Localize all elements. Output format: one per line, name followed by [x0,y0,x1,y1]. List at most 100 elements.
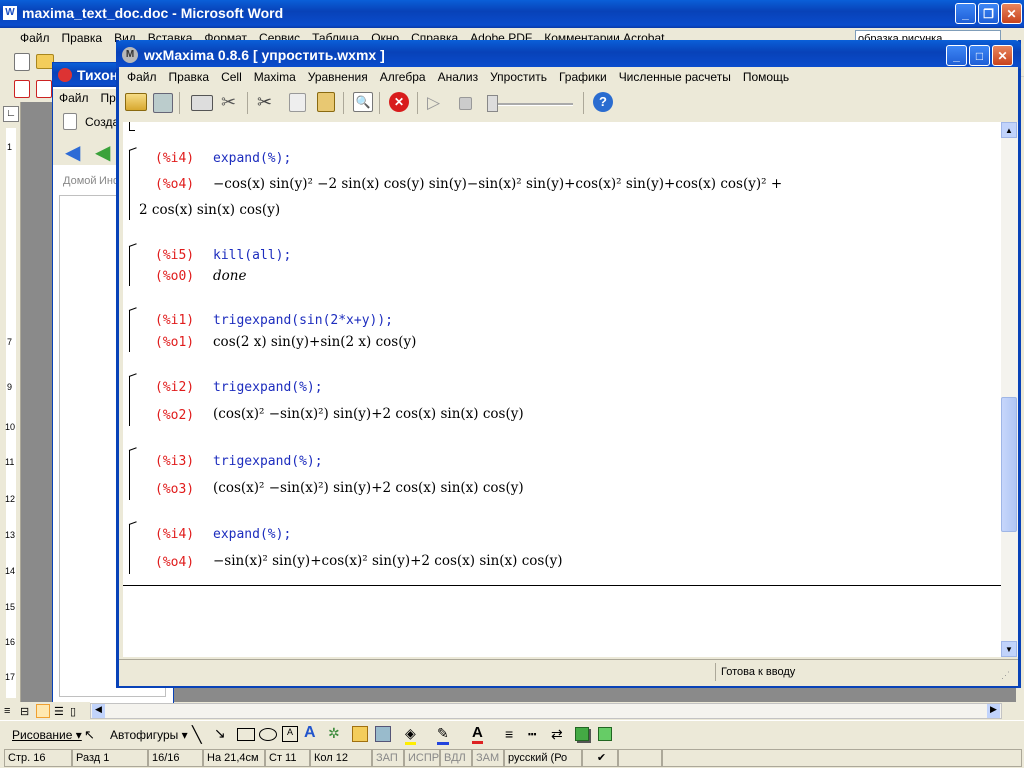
web-view-icon[interactable]: ⊟ [20,705,29,718]
picture-icon[interactable] [375,726,391,742]
print-icon[interactable] [191,95,213,111]
clipart-icon[interactable] [352,726,368,742]
fill-color-icon[interactable]: ◈ [405,725,416,745]
wxmaxima-vertical-scrollbar[interactable]: ▲ ▼ [1001,122,1018,657]
wxmaxima-worksheet[interactable]: (%i4) expand(%); (%o4) −cos(x) sin(y)² −… [123,122,1001,657]
normal-view-icon[interactable]: ≡ [4,705,10,717]
word-menu-file[interactable]: Файл [14,31,56,45]
menu-help[interactable]: Помощь [737,70,795,84]
scroll-left-icon[interactable]: ◀ [92,704,105,718]
font-color-icon[interactable]: A [472,724,483,744]
tab-selector[interactable]: ∟ [3,106,19,122]
input-expression[interactable]: trigexpand(%); [213,380,323,395]
3d-icon[interactable] [598,727,612,741]
tikhon-menu-file[interactable]: Файл [53,91,95,105]
resize-grip-icon[interactable]: ⋰ [1001,670,1010,681]
help-icon[interactable]: ? [593,92,613,112]
cut-icon[interactable]: ✂ [257,92,277,112]
input-expression[interactable]: expand(%); [213,527,291,542]
input-expression[interactable]: trigexpand(sin(2*x+y)); [213,313,393,328]
print-view-icon[interactable] [36,704,50,718]
pdf-icon[interactable] [14,80,30,98]
open-icon[interactable] [125,93,147,111]
reading-view-icon[interactable]: ▯ [70,705,76,718]
word-close-button[interactable]: ✕ [1001,3,1022,24]
forward-arrow-icon[interactable]: ◀ [95,140,110,165]
word-app-icon[interactable]: W [3,6,17,20]
menu-numeric[interactable]: Численные расчеты [613,70,737,84]
ruler-number: 9 [7,382,13,392]
cell-bracket[interactable] [129,376,130,426]
menu-plotting[interactable]: Графики [553,70,613,84]
wxmaxima-minimize-button[interactable]: _ [946,45,967,66]
diagram-icon[interactable]: ✲ [328,725,340,742]
menu-simplify[interactable]: Упростить [484,70,553,84]
cell-bracket[interactable] [129,310,130,352]
find-icon[interactable]: 🔍 [353,92,373,112]
animation-slider[interactable] [487,95,573,112]
copy-icon[interactable] [289,93,306,112]
menu-edit[interactable]: Правка [163,70,216,84]
word-menu-edit[interactable]: Правка [56,31,109,45]
oval-icon[interactable] [259,728,277,741]
arrow-icon[interactable]: ↘ [214,725,226,742]
autoshapes-menu-button[interactable]: Автофигуры ▾ [110,728,188,742]
menu-file[interactable]: Файл [121,70,163,84]
drawing-menu-button[interactable]: Рисование ▾ [12,728,82,742]
input-expression[interactable]: trigexpand(%); [213,454,323,469]
create-icon[interactable] [63,113,77,130]
tikhon-home-link[interactable]: Домой [63,175,97,187]
new-document-icon[interactable] [14,53,30,71]
slider-thumb[interactable] [487,95,498,112]
dash-style-icon[interactable]: ┅ [528,726,536,743]
line-style-icon[interactable]: ≡ [505,726,513,742]
paste-icon[interactable] [317,92,335,112]
interrupt-icon[interactable]: ✕ [389,92,409,112]
play-animation-icon[interactable]: ▷ [427,93,447,113]
configure-icon[interactable]: ✂ [221,92,241,112]
wxmaxima-close-button[interactable]: ✕ [992,45,1013,66]
output-expression: (cos(x)² −sin(x)²) sin(y)+2 cos(x) sin(x… [213,406,524,422]
status-ovr[interactable]: ЗАМ [472,749,504,767]
cell-bracket[interactable] [129,450,130,500]
wxmaxima-app-icon[interactable]: M [122,47,138,63]
menu-algebra[interactable]: Алгебра [374,70,432,84]
pdf-convert-icon[interactable] [36,80,52,98]
cell-bracket[interactable] [129,122,130,130]
cell-bracket[interactable] [129,246,130,286]
back-arrow-icon[interactable]: ◀ [65,140,80,165]
input-expression[interactable]: expand(%); [213,151,291,166]
cell-bracket[interactable] [129,150,130,220]
status-ext[interactable]: ВДЛ [440,749,472,767]
save-icon[interactable] [153,93,173,113]
menu-cell[interactable]: Cell [215,70,248,84]
menu-calculus[interactable]: Анализ [432,70,485,84]
rectangle-icon[interactable] [237,728,255,741]
menu-maxima[interactable]: Maxima [248,70,302,84]
select-objects-icon[interactable]: ↖ [84,727,95,743]
arrow-style-icon[interactable]: ⇄ [551,726,563,743]
status-trk[interactable]: ИСПР [404,749,440,767]
menu-equations[interactable]: Уравнения [302,70,374,84]
shadow-icon[interactable] [575,727,589,741]
scroll-down-icon[interactable]: ▼ [1001,641,1017,657]
spelling-status-icon[interactable]: ✔ [582,749,618,767]
outline-view-icon[interactable]: ☰ [54,705,64,718]
word-horizontal-scrollbar[interactable]: ◀ ▶ [90,703,1002,719]
scroll-up-icon[interactable]: ▲ [1001,122,1017,138]
textbox-icon[interactable]: A [282,726,298,742]
wxmaxima-maximize-button[interactable]: □ [969,45,990,66]
word-maximize-button[interactable]: ❐ [978,3,999,24]
word-minimize-button[interactable]: _ [955,3,976,24]
wordart-icon[interactable]: A [304,724,316,742]
scroll-right-icon[interactable]: ▶ [987,704,1000,718]
tikhon-create-label[interactable]: Созда [85,115,119,129]
status-rec[interactable]: ЗАП [372,749,404,767]
input-expression[interactable]: kill(all); [213,248,291,263]
cell-bracket[interactable] [129,524,130,574]
line-color-icon[interactable]: ✎ [437,725,449,745]
line-icon[interactable]: ╲ [192,725,202,745]
stop-animation-icon[interactable] [459,97,472,110]
scroll-thumb[interactable] [1001,397,1017,532]
wxmaxima-status-text: Готова к вводу [721,666,796,678]
